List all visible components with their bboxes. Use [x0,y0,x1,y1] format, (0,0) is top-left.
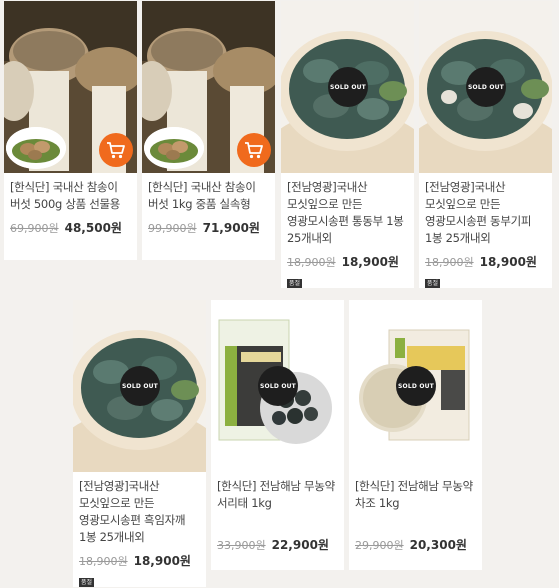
original-price: 99,900원 [148,222,197,235]
product-image[interactable] [142,1,275,173]
add-to-cart-button[interactable] [237,133,271,167]
cart-icon [244,141,264,159]
product-image[interactable]: SOLD OUT [349,300,482,472]
product-image[interactable]: SOLD OUT [73,300,206,472]
product-card[interactable]: [한식단] 국내산 참송이 버섯 1kg 중품 실속형 99,900원 71,9… [142,1,275,260]
sale-price: 48,500원 [64,221,122,235]
product-image[interactable] [4,1,137,173]
product-image[interactable]: SOLD OUT [281,1,414,173]
sold-out-badge: SOLD OUT [328,67,368,107]
original-price: 33,900원 [217,539,266,552]
product-inset-image [6,127,66,169]
sale-price: 18,900원 [341,255,399,269]
product-name[interactable]: [한식단] 전남해남 무농약 서리태 1kg [217,478,338,512]
product-name[interactable]: [한식단] 국내산 참송이 버섯 500g 상품 선물용 [10,179,131,213]
product-card[interactable]: [한식단] 국내산 참송이 버섯 500g 상품 선물용 69,900원 48,… [4,1,137,260]
product-name[interactable]: [한식단] 전남해남 무농약 차조 1kg [355,478,476,512]
sale-price: 22,900원 [271,538,329,552]
sold-out-badge: SOLD OUT [120,366,160,406]
product-card[interactable]: SOLD OUT [전남영광]국내산 모싯잎으로 만든 영광모시송편 동부기피 … [419,1,552,288]
status-badge: 품절 [425,279,441,288]
original-price: 69,900원 [10,222,59,235]
product-image[interactable]: SOLD OUT [419,1,552,173]
status-badge: 품절 [79,578,95,587]
product-inset-image [144,127,204,169]
product-card[interactable]: SOLD OUT [전남영광]국내산 모싯잎으로 만든 영광모시송편 통동부 1… [281,1,414,288]
original-price: 18,900원 [425,256,474,269]
product-card[interactable]: SOLD OUT [한식단] 전남해남 무농약 서리태 1kg 33,900원 … [211,300,344,570]
original-price: 29,900원 [355,539,404,552]
add-to-cart-button[interactable] [99,133,133,167]
product-name[interactable]: [전남영광]국내산 모싯잎으로 만든 영광모시송편 흑임자깨 1봉 25개내외 [79,478,200,546]
sold-out-badge: SOLD OUT [396,366,436,406]
sale-price: 71,900원 [202,221,260,235]
original-price: 18,900원 [287,256,336,269]
product-name[interactable]: [한식단] 국내산 참송이 버섯 1kg 중품 실속형 [148,179,269,213]
sold-out-badge: SOLD OUT [258,366,298,406]
sale-price: 18,900원 [133,554,191,568]
sale-price: 20,300원 [409,538,467,552]
sold-out-badge: SOLD OUT [466,67,506,107]
product-name[interactable]: [전남영광]국내산 모싯잎으로 만든 영광모시송편 동부기피 1봉 25개내외 [425,179,546,247]
status-badge: 품절 [287,279,303,288]
product-image[interactable]: SOLD OUT [211,300,344,472]
original-price: 18,900원 [79,555,128,568]
product-card[interactable]: SOLD OUT [한식단] 전남해남 무농약 차조 1kg 29,900원 2… [349,300,482,570]
sale-price: 18,900원 [479,255,537,269]
product-name[interactable]: [전남영광]국내산 모싯잎으로 만든 영광모시송편 통동부 1봉 25개내외 [287,179,408,247]
product-card[interactable]: SOLD OUT [전남영광]국내산 모싯잎으로 만든 영광모시송편 흑임자깨 … [73,300,206,587]
cart-icon [106,141,126,159]
